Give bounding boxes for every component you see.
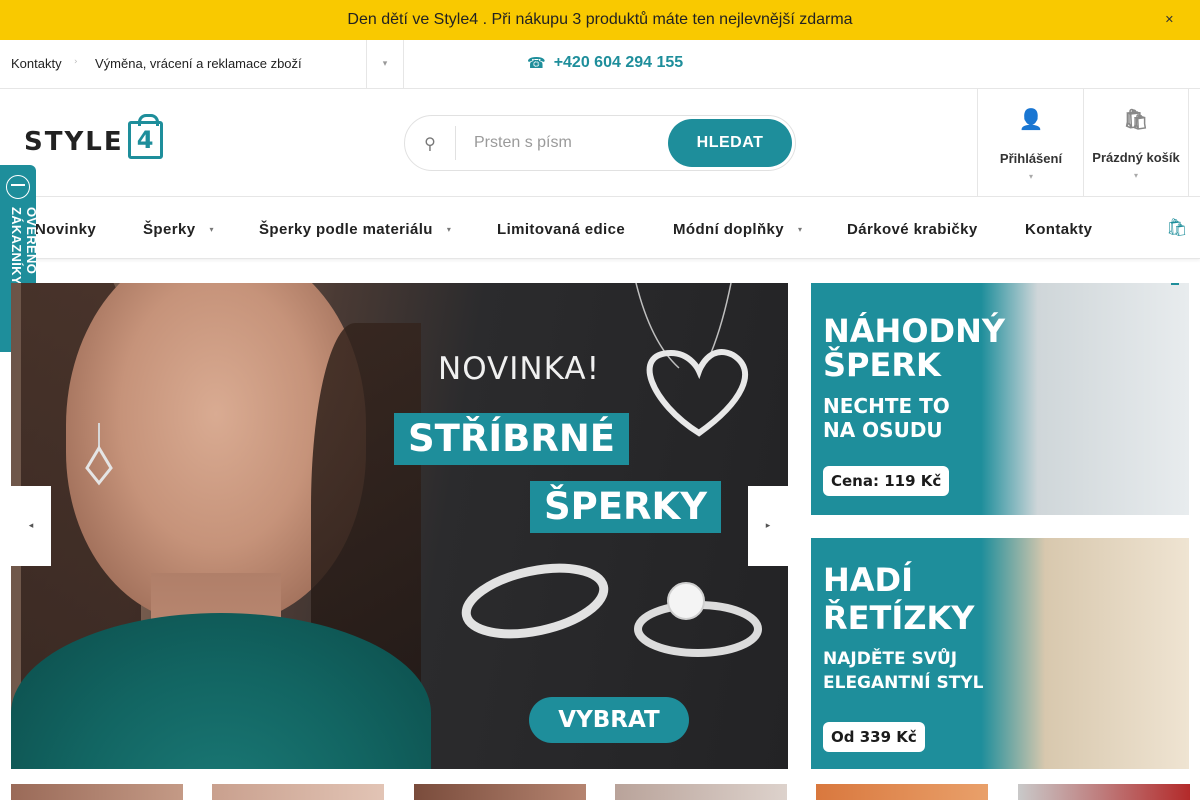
hero-cta-button[interactable]: VYBRAT	[529, 697, 689, 743]
promo-banner-random-jewel[interactable]: NÁHODNÝ ŠPERK NECHTE TO NA OSUDU Cena: 1…	[811, 283, 1189, 515]
nav-item-novinky[interactable]: Novinky	[35, 221, 96, 238]
nav-item-sperky[interactable]: Šperky ▾	[143, 221, 214, 238]
promo-banner-snake-chains[interactable]: HADÍ ŘETÍZKY NAJDĚTE SVŮJ ELEGANTNÍ STYL…	[811, 538, 1189, 769]
search-input[interactable]	[456, 134, 666, 152]
banner-subtitle-line2: NA OSUDU	[823, 418, 943, 442]
nav-item-label: Novinky	[35, 221, 97, 238]
carousel-next-arrow-icon[interactable]: ▸	[748, 486, 788, 566]
category-thumbnail[interactable]	[615, 784, 787, 800]
nav-item-label: Šperky	[143, 221, 196, 238]
category-thumbnail[interactable]	[414, 784, 586, 800]
separator-icon: ›	[74, 57, 78, 67]
logo-wordmark: STYLE	[24, 127, 124, 157]
chevron-down-icon: ▾	[446, 225, 452, 234]
banner-subtitle-line1: NECHTE TO	[823, 394, 950, 418]
hero-title-line2: ŠPERKY	[530, 481, 721, 533]
logo-bag-icon: 4	[127, 114, 163, 159]
banner-title-line1: NÁHODNÝ	[823, 312, 1006, 350]
phone-contact[interactable]: ☎ +420 604 294 155	[527, 54, 683, 72]
category-thumbnail[interactable]	[11, 784, 183, 800]
utility-link-contacts[interactable]: Kontakty	[11, 56, 62, 71]
hero-kicker: NOVINKA!	[438, 351, 601, 387]
chevron-down-icon: ▾	[1028, 172, 1033, 181]
announcement-bar: Den dětí ve Style4 . Při nákupu 3 produk…	[0, 0, 1200, 40]
phone-icon: ☎	[527, 54, 546, 72]
more-links-chevron-icon[interactable]: ▾	[366, 40, 404, 88]
phone-number: +420 604 294 155	[553, 54, 684, 71]
verified-seal-icon	[6, 175, 30, 199]
site-header: STYLE 4 ⚲ HLEDAT 👤 Přihlášení ▾ 🛍 Prázdn…	[0, 89, 1200, 197]
search-button[interactable]: HLEDAT	[668, 119, 792, 167]
category-thumbnail[interactable]	[212, 784, 384, 800]
nav-item-label: Módní doplňky	[673, 221, 785, 238]
announcement-text: Den dětí ve Style4 . Při nákupu 3 produk…	[347, 11, 853, 28]
hero-carousel[interactable]: NOVINKA! STŘÍBRNÉ ŠPERKY VYBRAT ◂ ▸	[11, 283, 788, 769]
nav-item-label: Dárkové krabičky	[847, 221, 978, 238]
chevron-down-icon: ▾	[1133, 171, 1138, 180]
login-button[interactable]: 👤 Přihlášení ▾	[977, 89, 1084, 197]
search-bar: ⚲ HLEDAT	[404, 115, 796, 171]
user-icon: 👤	[1018, 107, 1044, 131]
close-icon[interactable]: ✕	[1165, 13, 1174, 26]
nav-item-limitovana-edice[interactable]: Limitovaná edice	[497, 221, 625, 238]
nav-item-sperky-material[interactable]: Šperky podle materiálu ▾	[259, 221, 451, 238]
banner-title-line2: ŘETÍZKY	[823, 599, 975, 637]
nav-cart-icon[interactable]: 🛍	[1166, 218, 1188, 238]
chevron-down-icon: ▾	[209, 225, 214, 234]
main-navigation: Novinky Šperky ▾ Šperky podle materiálu …	[0, 198, 1200, 259]
utility-bar: Kontakty › Výměna, vrácení a reklamace z…	[0, 40, 1200, 89]
cart-icon: 🛍	[1123, 107, 1149, 131]
login-label: Přihlášení	[999, 151, 1063, 166]
banner-subtitle-line2: ELEGANTNÍ STYL	[823, 673, 984, 693]
nav-item-label: Šperky podle materiálu	[259, 221, 433, 238]
banner-subtitle-line1: NAJDĚTE SVŮJ	[823, 649, 958, 669]
category-thumbnail[interactable]	[1018, 784, 1190, 800]
banner-accent	[1171, 283, 1179, 285]
site-logo[interactable]: STYLE 4	[24, 114, 163, 161]
banner-title-line1: HADÍ	[823, 561, 914, 599]
banner-price-badge: Od 339 Kč	[823, 722, 925, 752]
chevron-down-icon: ▾	[798, 225, 803, 234]
category-thumbnail[interactable]	[816, 784, 988, 800]
search-icon[interactable]: ⚲	[405, 126, 456, 160]
hero-title-line1: STŘÍBRNÉ	[394, 413, 630, 465]
carousel-prev-arrow-icon[interactable]: ◂	[11, 486, 51, 566]
cart-button[interactable]: 🛍 Prázdný košík ▾	[1083, 89, 1189, 197]
banner-title-line2: ŠPERK	[823, 346, 941, 384]
nav-item-label: Limitovaná edice	[497, 221, 626, 238]
nav-item-label: Kontakty	[1025, 221, 1093, 238]
nav-item-darkove-krabicky[interactable]: Dárkové krabičky	[847, 221, 978, 238]
nav-item-kontakty[interactable]: Kontakty	[1025, 221, 1092, 238]
cart-label: Prázdný košík	[1092, 150, 1180, 165]
banner-price-badge: Cena: 119 Kč	[823, 466, 950, 496]
nav-item-modni-doplnky[interactable]: Módní doplňky ▾	[673, 221, 802, 238]
utility-link-returns[interactable]: Výměna, vrácení a reklamace zboží	[95, 56, 302, 71]
